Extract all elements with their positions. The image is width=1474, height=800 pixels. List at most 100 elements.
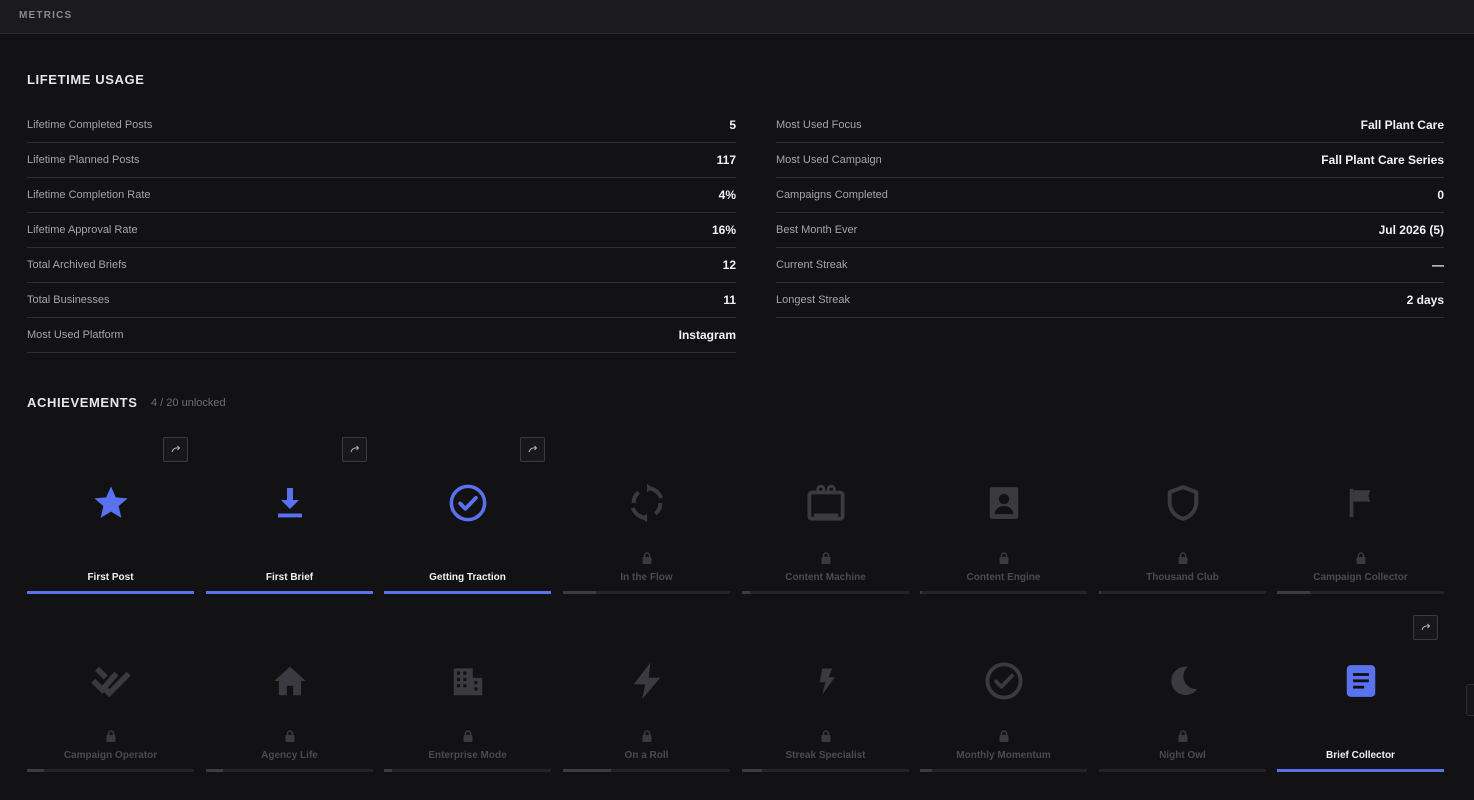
stat-row: Longest Streak 2 days bbox=[776, 283, 1444, 318]
achievement-card[interactable]: On a Roll bbox=[563, 615, 730, 772]
star-icon bbox=[89, 481, 133, 525]
check-circle-outline-icon bbox=[982, 659, 1026, 703]
stat-row: Lifetime Completion Rate 4% bbox=[27, 178, 736, 213]
lock-icon bbox=[463, 729, 473, 742]
achievement-name: Monthly Momentum bbox=[956, 750, 1051, 761]
tv-icon bbox=[804, 481, 848, 525]
lock-icon bbox=[821, 729, 831, 742]
stat-value: 117 bbox=[716, 153, 736, 167]
achievement-name: First Post bbox=[87, 572, 134, 583]
achievement-card[interactable]: Monthly Momentum bbox=[920, 615, 1087, 772]
achievement-name: Brief Collector bbox=[1326, 750, 1395, 761]
stat-value: 5 bbox=[729, 118, 736, 132]
stat-value: 2 days bbox=[1406, 293, 1444, 307]
progress-fill bbox=[206, 769, 223, 772]
stat-label: Total Businesses bbox=[27, 294, 110, 306]
stat-label: Total Archived Briefs bbox=[27, 259, 127, 271]
achievement-card[interactable]: Campaign Collector bbox=[1277, 437, 1444, 594]
stat-label: Most Used Campaign bbox=[776, 154, 882, 166]
progress-bar bbox=[1277, 769, 1444, 772]
achievement-card[interactable]: Streak Specialist bbox=[742, 615, 909, 772]
share-button[interactable] bbox=[342, 437, 367, 462]
moon-icon bbox=[1161, 659, 1205, 703]
share-button[interactable] bbox=[163, 437, 188, 462]
progress-fill bbox=[384, 769, 393, 772]
achievement-name: Streak Specialist bbox=[785, 750, 866, 761]
share-icon bbox=[1421, 623, 1430, 630]
stat-value: 11 bbox=[723, 293, 736, 307]
progress-fill bbox=[563, 591, 597, 594]
progress-fill bbox=[206, 591, 373, 594]
stat-row: Total Archived Briefs 12 bbox=[27, 248, 736, 283]
progress-fill bbox=[920, 591, 922, 594]
achievement-name: Content Engine bbox=[966, 572, 1041, 583]
lock-icon bbox=[106, 729, 116, 742]
progress-fill bbox=[1099, 591, 1101, 594]
progress-bar bbox=[563, 591, 730, 594]
achievement-card[interactable]: Content Engine bbox=[920, 437, 1087, 594]
progress-fill bbox=[1277, 591, 1311, 594]
stat-value: 12 bbox=[722, 258, 736, 272]
stat-label: Current Streak bbox=[776, 259, 848, 271]
stat-label: Longest Streak bbox=[776, 294, 850, 306]
stat-value: — bbox=[1432, 258, 1444, 272]
stat-row: Current Streak — bbox=[776, 248, 1444, 283]
achievement-card[interactable]: First Post bbox=[27, 437, 194, 594]
stat-row: Most Used Focus Fall Plant Care bbox=[776, 108, 1444, 143]
stat-value: Fall Plant Care bbox=[1360, 118, 1444, 132]
achievement-card[interactable]: Thousand Club bbox=[1099, 437, 1266, 594]
building-icon bbox=[446, 659, 490, 703]
lifetime-stats-left: Lifetime Completed Posts 5 Lifetime Planne… bbox=[27, 108, 736, 353]
achievement-card[interactable]: Brief Collector bbox=[1277, 615, 1444, 772]
achievement-card[interactable]: Content Machine bbox=[742, 437, 909, 594]
bolt-small-icon bbox=[804, 659, 848, 703]
stat-row: Lifetime Completed Posts 5 bbox=[27, 108, 736, 143]
achievement-card[interactable]: Enterprise Mode bbox=[384, 615, 551, 772]
achievement-card[interactable]: Getting Traction bbox=[384, 437, 551, 594]
achievement-card[interactable]: In the Flow bbox=[563, 437, 730, 594]
achievement-card[interactable]: First Brief bbox=[206, 437, 373, 594]
flag-icon bbox=[1339, 481, 1383, 525]
progress-fill bbox=[742, 591, 751, 594]
lifetime-usage-title: LIFETIME USAGE bbox=[27, 72, 145, 87]
bolt-icon bbox=[625, 659, 669, 703]
share-icon bbox=[350, 445, 359, 452]
achievements-count: 4 / 20 unlocked bbox=[151, 397, 226, 409]
stat-value: Instagram bbox=[678, 328, 736, 342]
progress-bar bbox=[1099, 591, 1266, 594]
progress-bar bbox=[920, 591, 1087, 594]
progress-fill bbox=[27, 769, 44, 772]
progress-bar bbox=[1277, 591, 1444, 594]
download-icon bbox=[268, 481, 312, 525]
stat-label: Lifetime Completion Rate bbox=[27, 189, 151, 201]
stat-row: Best Month Ever Jul 2026 (5) bbox=[776, 213, 1444, 248]
document-icon bbox=[1339, 659, 1383, 703]
shield-icon bbox=[1161, 481, 1205, 525]
achievement-card[interactable]: Night Owl bbox=[1099, 615, 1266, 772]
stat-label: Campaigns Completed bbox=[776, 189, 888, 201]
progress-bar bbox=[206, 769, 373, 772]
achievement-card[interactable]: Agency Life bbox=[206, 615, 373, 772]
progress-fill bbox=[742, 769, 763, 772]
progress-bar bbox=[384, 769, 551, 772]
progress-bar bbox=[563, 769, 730, 772]
stat-value: 0 bbox=[1437, 188, 1444, 202]
share-icon bbox=[171, 445, 180, 452]
lock-icon bbox=[999, 551, 1009, 564]
refresh-icon bbox=[625, 481, 669, 525]
check-circle-icon bbox=[446, 481, 490, 525]
achievement-name: Campaign Collector bbox=[1313, 572, 1408, 583]
achievement-card[interactable]: Campaign Operator bbox=[27, 615, 194, 772]
achievement-name: Campaign Operator bbox=[63, 750, 158, 761]
lock-icon bbox=[285, 729, 295, 742]
stat-value: 16% bbox=[711, 223, 736, 237]
stat-label: Most Used Focus bbox=[776, 119, 862, 131]
lifetime-stats-right: Most Used Focus Fall Plant Care Most Used … bbox=[776, 108, 1444, 318]
side-panel-handle[interactable] bbox=[1466, 684, 1474, 716]
stat-row: Total Businesses 11 bbox=[27, 283, 736, 318]
stat-row: Lifetime Approval Rate 16% bbox=[27, 213, 736, 248]
lock-icon bbox=[642, 551, 652, 564]
share-button[interactable] bbox=[520, 437, 545, 462]
share-button[interactable] bbox=[1413, 615, 1438, 640]
stat-value: Jul 2026 (5) bbox=[1378, 223, 1444, 237]
